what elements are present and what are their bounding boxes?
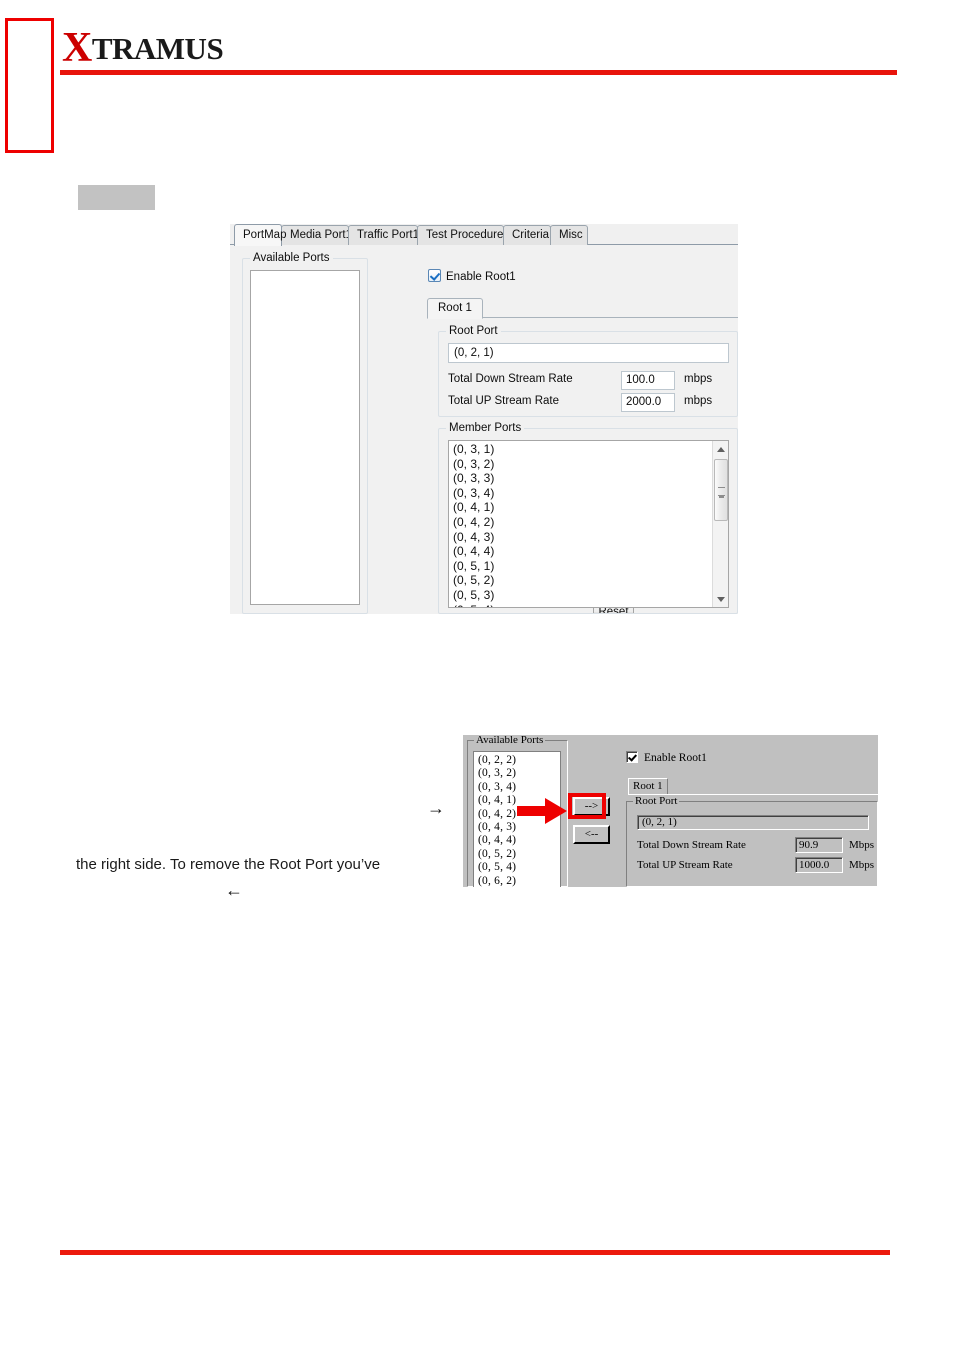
tab-misc[interactable]: Misc	[550, 225, 588, 245]
total-down-stream-rate-label: Total Down Stream Rate	[448, 373, 573, 385]
classic-total-down-stream-rate-unit: Mbps	[849, 839, 875, 851]
classic-tab-root-1[interactable]: Root 1	[628, 778, 668, 795]
list-item[interactable]: (0, 3, 4)	[453, 486, 703, 501]
member-ports-group: Member Ports (0, 3, 1) (0, 3, 2) (0, 3, 3)…	[438, 422, 738, 614]
classic-root-port-group: Root Port (0, 2, 1) Total Down Stream Ra…	[626, 795, 878, 887]
enable-root1-label: Enable Root1	[446, 271, 516, 283]
list-item[interactable]: (0, 4, 3)	[453, 530, 703, 545]
total-up-stream-rate-label: Total UP Stream Rate	[448, 395, 560, 407]
total-up-stream-rate-input[interactable]: 2000.0	[621, 393, 675, 412]
list-item[interactable]: (0, 5, 4)	[453, 603, 703, 607]
available-ports-title: Available Ports	[250, 252, 333, 264]
available-ports-listbox[interactable]	[250, 270, 360, 605]
classic-available-ports-items: (0, 2, 2) (0, 3, 2) (0, 3, 4) (0, 4, 1) (0, …	[478, 754, 516, 887]
list-item[interactable]: (0, 4, 1)	[453, 500, 703, 515]
list-item[interactable]: (0, 5, 4)	[478, 861, 516, 874]
total-down-stream-rate-input[interactable]: 100.0	[621, 371, 675, 390]
inline-arrow-right-icon: →	[427, 798, 445, 818]
annotation-red-arrow-icon	[517, 798, 567, 824]
classic-root-port-title: Root Port	[633, 795, 680, 807]
list-item[interactable]: (0, 5, 1)	[453, 559, 703, 574]
classic-available-ports-title: Available Ports	[474, 735, 546, 746]
root-port-title: Root Port	[446, 325, 501, 337]
list-item[interactable]: (0, 4, 4)	[478, 834, 516, 847]
main-tabstrip: PortMap Media Port1 Traffic Port1 Test Proc…	[230, 224, 738, 246]
portmap-panel-body: Available Ports --> <-- --> <-- Reset En…	[230, 245, 738, 614]
list-item[interactable]: (0, 4, 3)	[478, 821, 516, 834]
inline-arrow-left-icon: ←	[225, 880, 243, 900]
classic-remove-button[interactable]: <--	[573, 825, 610, 844]
available-ports-group: Available Ports	[242, 252, 368, 614]
list-item[interactable]: (0, 4, 4)	[453, 544, 703, 559]
list-item[interactable]: (0, 5, 2)	[453, 573, 703, 588]
classic-enable-root1-checkbox-row[interactable]: Enable Root1	[626, 751, 707, 764]
header-divider-rule	[60, 70, 897, 75]
member-ports-scrollbar[interactable]	[712, 441, 728, 607]
total-up-stream-rate-unit: mbps	[684, 395, 713, 407]
root-port-value-field[interactable]: (0, 2, 1)	[448, 343, 729, 363]
member-ports-listbox[interactable]: (0, 3, 1) (0, 3, 2) (0, 3, 3) (0, 3, 4) (0, …	[448, 440, 729, 608]
classic-checkbox-checked-icon[interactable]	[626, 751, 638, 763]
classic-root-port-value-field[interactable]: (0, 2, 1)	[637, 815, 869, 830]
tab-root-1[interactable]: Root 1	[427, 298, 483, 319]
enable-root1-checkbox-row[interactable]: Enable Root1	[428, 269, 516, 285]
xtramus-logo: XTRAMUS	[62, 25, 224, 71]
classic-total-down-stream-rate-input[interactable]: 90.9	[795, 837, 843, 853]
list-item[interactable]: (0, 3, 3)	[453, 471, 703, 486]
list-item[interactable]: (0, 3, 1)	[453, 442, 703, 457]
classic-total-up-stream-rate-label: Total UP Stream Rate	[637, 859, 733, 871]
tab-criteria[interactable]: Criteria	[503, 225, 551, 245]
list-item[interactable]: (0, 3, 2)	[453, 457, 703, 472]
list-item[interactable]: (0, 4, 2)	[478, 808, 516, 821]
tab-portmap[interactable]: PortMap	[234, 224, 286, 246]
root-tabstrip: Root 1	[427, 298, 738, 319]
root-port-group: Root Port (0, 2, 1) Total Down Stream Ra…	[438, 325, 738, 417]
tab-media-port1[interactable]: Media Port1	[281, 225, 352, 245]
annotation-highlight-available-ports	[5, 18, 54, 153]
redacted-caption-block	[78, 185, 155, 210]
classic-add-button[interactable]: -->	[573, 797, 610, 816]
tab-traffic-port1[interactable]: Traffic Port1	[348, 225, 419, 245]
classic-total-up-stream-rate-unit: Mbps	[849, 859, 875, 871]
member-ports-items: (0, 3, 1) (0, 3, 2) (0, 3, 3) (0, 3, 4) (0, …	[453, 442, 703, 607]
scrollbar-thumb[interactable]	[714, 459, 728, 521]
tab-test-procedure[interactable]: Test Procedure	[417, 225, 504, 245]
logo-x-letter: X	[62, 25, 92, 71]
list-item[interactable]: (0, 3, 4)	[478, 781, 516, 794]
list-item[interactable]: (0, 5, 3)	[453, 588, 703, 603]
member-ports-title: Member Ports	[446, 422, 525, 434]
portmap-dialog-screenshot: PortMap Media Port1 Traffic Port1 Test Proc…	[230, 224, 738, 614]
list-item[interactable]: (0, 5, 2)	[478, 848, 516, 861]
classic-total-down-stream-rate-label: Total Down Stream Rate	[637, 839, 746, 851]
list-item[interactable]: (0, 4, 2)	[453, 515, 703, 530]
list-item[interactable]: (0, 2, 2)	[478, 754, 516, 767]
footer-divider-rule	[60, 1250, 890, 1255]
scroll-up-arrow-icon[interactable]	[713, 441, 728, 457]
total-down-stream-rate-unit: mbps	[684, 373, 713, 385]
classic-total-up-stream-rate-input[interactable]: 1000.0	[795, 857, 843, 873]
logo-wordmark: TRAMUS	[91, 31, 224, 66]
scroll-down-arrow-icon[interactable]	[713, 591, 728, 607]
checkbox-checked-icon[interactable]	[428, 269, 441, 282]
list-item[interactable]: (0, 6, 2)	[478, 875, 516, 887]
classic-enable-root1-label: Enable Root1	[644, 752, 707, 764]
instruction-text: the right side. To remove the Root Port …	[76, 856, 381, 873]
list-item[interactable]: (0, 4, 1)	[478, 794, 516, 807]
list-item[interactable]: (0, 3, 2)	[478, 767, 516, 780]
